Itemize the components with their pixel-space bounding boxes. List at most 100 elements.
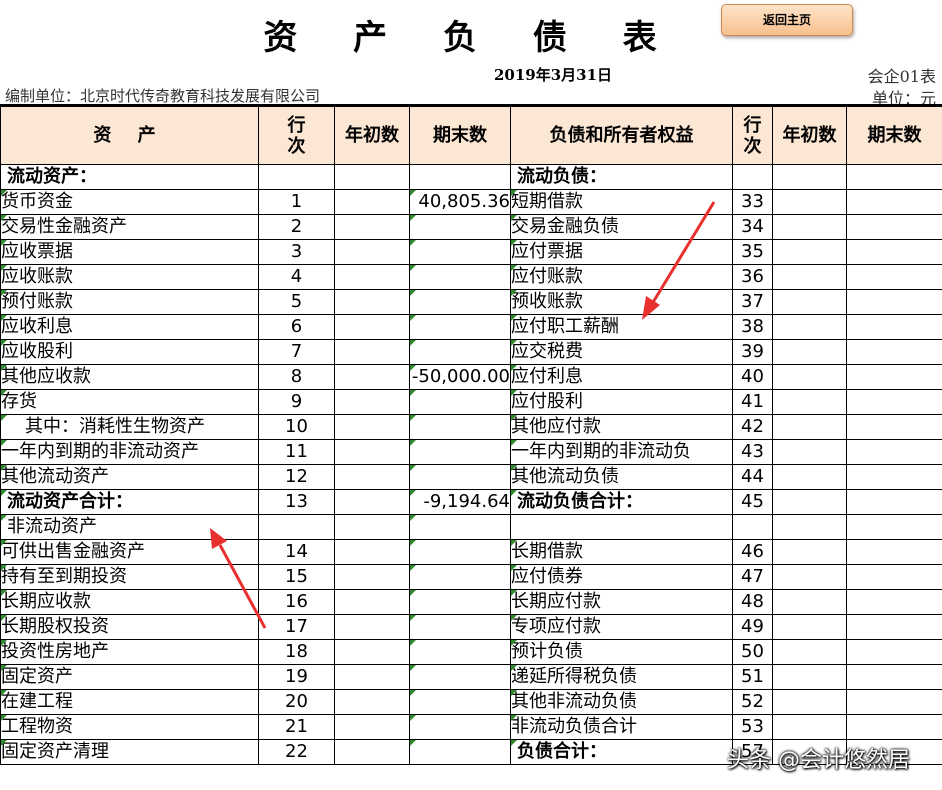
liability-closing-cell[interactable] [846, 189, 942, 215]
asset-name-cell[interactable]: 其他流动资产 [0, 464, 259, 490]
asset-line-cell[interactable]: 15 [258, 564, 335, 590]
asset-name-cell[interactable]: 一年内到期的非流动资产 [0, 439, 259, 465]
liability-closing-cell[interactable] [846, 589, 942, 615]
liability-closing-cell[interactable] [846, 714, 942, 740]
liability-line-cell[interactable]: 46 [732, 539, 773, 565]
asset-name-cell[interactable]: 应收利息 [0, 314, 259, 340]
asset-line-cell[interactable]: 20 [258, 689, 335, 715]
liability-opening-cell[interactable] [772, 239, 847, 265]
liability-name-cell[interactable]: 递延所得税负债 [510, 664, 733, 690]
asset-line-cell[interactable]: 8 [258, 364, 335, 390]
liability-line-cell[interactable]: 44 [732, 464, 773, 490]
header-closing-assets[interactable]: 期末数 [409, 106, 511, 165]
liability-name-cell[interactable]: 应付股利 [510, 389, 733, 415]
liability-opening-cell[interactable] [772, 339, 847, 365]
liability-opening-cell[interactable] [772, 214, 847, 240]
asset-closing-cell[interactable] [409, 289, 511, 315]
liability-opening-cell[interactable] [772, 439, 847, 465]
liability-line-cell[interactable]: 42 [732, 414, 773, 440]
asset-closing-cell[interactable]: 40,805.36 [409, 189, 511, 215]
asset-closing-cell[interactable] [409, 264, 511, 290]
home-button[interactable]: 返回主页 [721, 4, 853, 36]
liability-line-cell[interactable]: 41 [732, 389, 773, 415]
asset-name-cell[interactable]: 长期应收款 [0, 589, 259, 615]
asset-closing-cell[interactable] [409, 589, 511, 615]
asset-name-cell[interactable]: 其中：消耗性生物资产 [0, 414, 259, 440]
asset-name-cell[interactable]: 投资性房地产 [0, 639, 259, 665]
asset-opening-cell[interactable] [334, 614, 410, 640]
asset-opening-cell[interactable] [334, 414, 410, 440]
liability-opening-cell[interactable] [772, 714, 847, 740]
liability-name-cell[interactable]: 其他非流动负债 [510, 689, 733, 715]
asset-opening-cell[interactable] [334, 739, 410, 765]
asset-opening-cell[interactable] [334, 439, 410, 465]
asset-name-cell[interactable]: 交易性金融资产 [0, 214, 259, 240]
liability-name-cell[interactable] [510, 514, 733, 540]
asset-line-cell[interactable]: 7 [258, 339, 335, 365]
asset-closing-cell[interactable] [409, 664, 511, 690]
liability-opening-cell[interactable] [772, 414, 847, 440]
liability-opening-cell[interactable] [772, 189, 847, 215]
header-liability[interactable]: 负债和所有者权益 [510, 106, 733, 165]
asset-name-cell[interactable]: 应收账款 [0, 264, 259, 290]
asset-opening-cell[interactable] [334, 514, 410, 540]
asset-closing-cell[interactable] [409, 414, 511, 440]
liability-opening-cell[interactable] [772, 664, 847, 690]
liability-name-cell[interactable]: 应付票据 [510, 239, 733, 265]
liability-line-cell[interactable]: 37 [732, 289, 773, 315]
liability-name-cell[interactable]: 一年内到期的非流动负 [510, 439, 733, 465]
asset-opening-cell[interactable] [334, 464, 410, 490]
liability-line-cell[interactable]: 47 [732, 564, 773, 590]
asset-line-cell[interactable]: 18 [258, 639, 335, 665]
liability-closing-cell[interactable] [846, 164, 942, 190]
asset-closing-cell[interactable] [409, 689, 511, 715]
liability-closing-cell[interactable] [846, 614, 942, 640]
liability-name-cell[interactable]: 应付利息 [510, 364, 733, 390]
liability-closing-cell[interactable] [846, 439, 942, 465]
asset-closing-cell[interactable] [409, 564, 511, 590]
asset-line-cell[interactable]: 22 [258, 739, 335, 765]
asset-closing-cell[interactable] [409, 214, 511, 240]
liability-closing-cell[interactable] [846, 314, 942, 340]
asset-closing-cell[interactable]: -50,000.00 [409, 364, 511, 390]
liability-line-cell[interactable]: 34 [732, 214, 773, 240]
liability-name-cell[interactable]: 其他流动负债 [510, 464, 733, 490]
asset-opening-cell[interactable] [334, 639, 410, 665]
liability-closing-cell[interactable] [846, 289, 942, 315]
asset-opening-cell[interactable] [334, 264, 410, 290]
liability-name-cell[interactable]: 应付职工薪酬 [510, 314, 733, 340]
header-opening-liab[interactable]: 年初数 [772, 106, 847, 165]
liability-opening-cell[interactable] [772, 289, 847, 315]
asset-opening-cell[interactable] [334, 664, 410, 690]
asset-closing-cell[interactable] [409, 164, 511, 190]
asset-name-cell[interactable]: 持有至到期投资 [0, 564, 259, 590]
liability-opening-cell[interactable] [772, 264, 847, 290]
asset-closing-cell[interactable] [409, 639, 511, 665]
header-line-no-assets[interactable]: 行次 [258, 106, 335, 165]
liability-closing-cell[interactable] [846, 464, 942, 490]
liability-closing-cell[interactable] [846, 664, 942, 690]
asset-opening-cell[interactable] [334, 339, 410, 365]
liability-opening-cell[interactable] [772, 314, 847, 340]
asset-name-cell[interactable]: 应收票据 [0, 239, 259, 265]
liability-name-cell[interactable]: 长期借款 [510, 539, 733, 565]
asset-name-cell[interactable]: 固定资产清理 [0, 739, 259, 765]
asset-line-cell[interactable] [258, 164, 335, 190]
asset-line-cell[interactable]: 12 [258, 464, 335, 490]
asset-opening-cell[interactable] [334, 689, 410, 715]
asset-opening-cell[interactable] [334, 714, 410, 740]
liability-name-cell[interactable]: 预计负债 [510, 639, 733, 665]
liability-line-cell[interactable]: 38 [732, 314, 773, 340]
liability-line-cell[interactable]: 39 [732, 339, 773, 365]
liability-opening-cell[interactable] [772, 364, 847, 390]
asset-line-cell[interactable]: 11 [258, 439, 335, 465]
asset-line-cell[interactable]: 16 [258, 589, 335, 615]
asset-name-cell[interactable]: 应收股利 [0, 339, 259, 365]
header-closing-liab[interactable]: 期末数 [846, 106, 942, 165]
asset-opening-cell[interactable] [334, 214, 410, 240]
asset-line-cell[interactable]: 6 [258, 314, 335, 340]
asset-closing-cell[interactable] [409, 714, 511, 740]
asset-name-cell[interactable]: 流动资产： [0, 164, 259, 190]
asset-name-cell[interactable]: 固定资产 [0, 664, 259, 690]
asset-opening-cell[interactable] [334, 239, 410, 265]
